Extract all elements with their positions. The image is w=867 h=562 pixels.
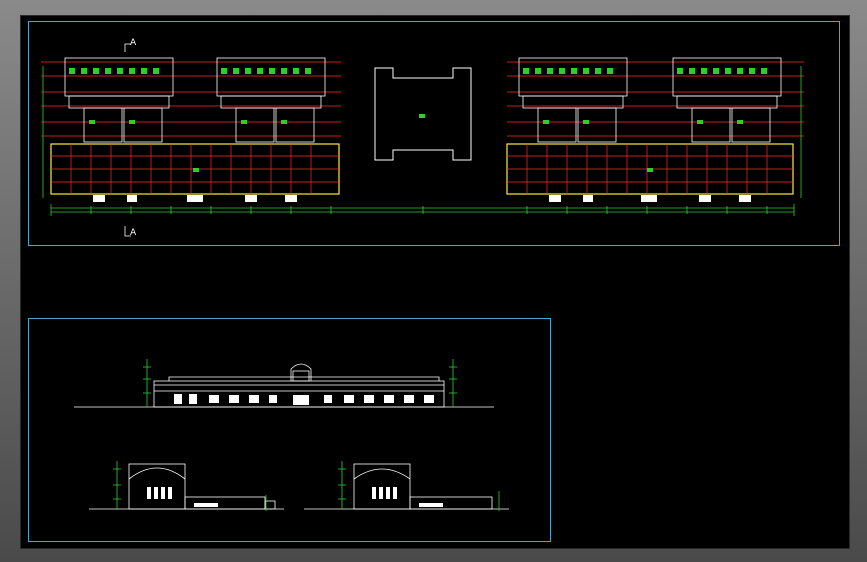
side-elevation-1 <box>89 463 284 510</box>
elevation-sheet[interactable] <box>28 318 551 542</box>
left-fixtures <box>69 68 311 172</box>
elevation-drawings <box>74 359 509 511</box>
section-marker-bottom-label: A <box>130 228 137 238</box>
side-elevation-2-dimensions <box>338 461 500 511</box>
front-elevation-windows <box>174 394 434 405</box>
side-elevation-2 <box>304 463 509 510</box>
dimension-ticks <box>90 206 768 214</box>
right-main-hall <box>506 143 794 202</box>
left-main-hall <box>50 143 340 202</box>
right-fixtures <box>523 68 767 172</box>
floor-plan-drawing <box>41 43 804 237</box>
side-elevation-1-dimensions <box>113 461 267 511</box>
drawing-canvas[interactable]: A A <box>20 15 850 549</box>
app-frame: A A <box>0 0 867 562</box>
section-marker-top-label: A <box>130 38 137 48</box>
plan-sheet[interactable]: A A <box>28 21 840 246</box>
